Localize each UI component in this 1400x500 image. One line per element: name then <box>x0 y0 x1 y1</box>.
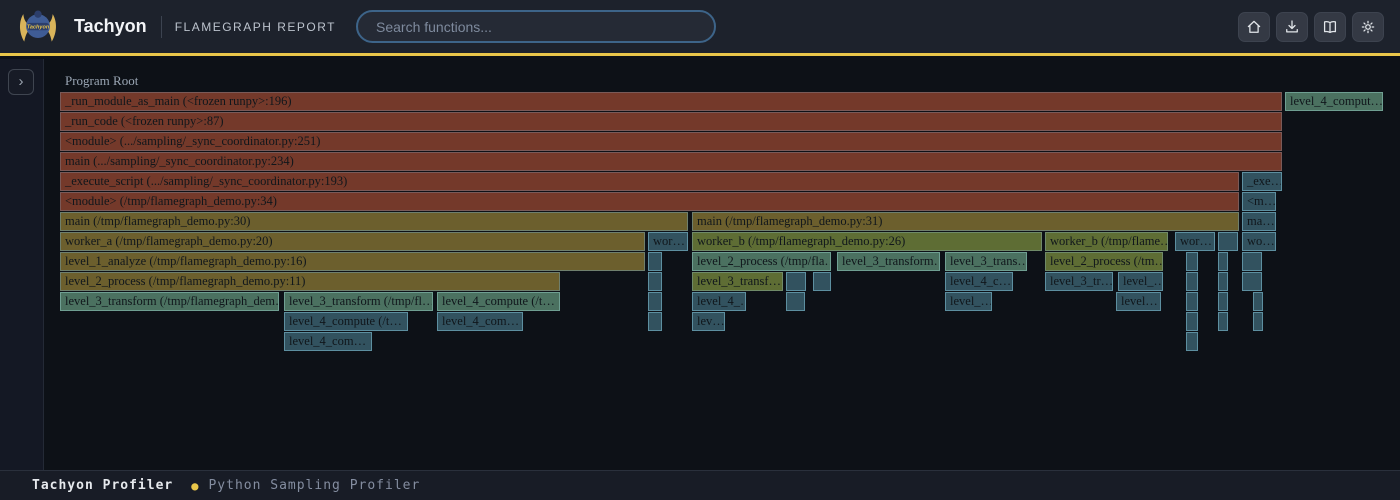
flame-bar[interactable] <box>1186 252 1198 271</box>
flame-bar[interactable]: level_4_c… <box>945 272 1013 291</box>
flame-bar[interactable] <box>648 272 662 291</box>
flame-bar[interactable] <box>648 252 662 271</box>
flame-bar[interactable]: level_1_analyze (/tmp/flamegraph_demo.py… <box>60 252 645 271</box>
flame-bar[interactable]: level_4_… <box>692 292 746 311</box>
flame-bar[interactable]: <module> (.../sampling/_sync_coordinator… <box>60 132 1282 151</box>
flame-bar[interactable]: level_3_transform… <box>837 252 940 271</box>
flame-bar[interactable] <box>648 292 662 311</box>
flame-bar[interactable]: level_4_compute (/t… <box>437 292 560 311</box>
flame-bar[interactable] <box>1253 292 1263 311</box>
flame-bar[interactable]: level_4_com… <box>437 312 523 331</box>
flame-bar[interactable] <box>1186 272 1198 291</box>
flame-bar[interactable] <box>813 272 831 291</box>
flame-bar[interactable]: _exe… <box>1242 172 1282 191</box>
flame-bar[interactable]: level_3_transform (/tmp/fl… <box>284 292 433 311</box>
flame-bar[interactable]: main (/tmp/flamegraph_demo.py:30) <box>60 212 688 231</box>
flame-bar[interactable]: level_3_tr… <box>1045 272 1113 291</box>
flame-bar[interactable]: lev… <box>692 312 725 331</box>
flame-bar[interactable] <box>1186 312 1198 331</box>
flame-bar[interactable]: worker_b (/tmp/flamegraph_demo.py:26) <box>692 232 1042 251</box>
flamegraph: _run_module_as_main (<frozen runpy>:196)… <box>0 0 1400 500</box>
flame-bar[interactable]: <m… <box>1242 192 1276 211</box>
flame-bar[interactable] <box>1253 312 1263 331</box>
flame-bar[interactable] <box>1218 252 1228 271</box>
flame-bar[interactable]: level_2_process (/tm… <box>1045 252 1163 271</box>
flame-bar[interactable] <box>1218 232 1238 251</box>
flame-bar[interactable]: main (.../sampling/_sync_coordinator.py:… <box>60 152 1282 171</box>
flame-bar[interactable]: level_2_process (/tmp/fla… <box>692 252 831 271</box>
status-bar: Tachyon Profiler ● Python Sampling Profi… <box>0 470 1400 500</box>
flame-bar[interactable]: level_3_trans… <box>945 252 1027 271</box>
flame-bar[interactable]: wor… <box>1175 232 1215 251</box>
flame-bar[interactable]: level_3_transform (/tmp/flamegraph_dem… <box>60 292 279 311</box>
flame-bar[interactable]: level_… <box>1118 272 1163 291</box>
app-window: Tachyon Tachyon FLAMEGRAPH REPORT <box>0 0 1400 500</box>
flame-bar[interactable]: level_3_transf… <box>692 272 783 291</box>
flame-bar[interactable]: level_4_comput… <box>1285 92 1383 111</box>
flame-bar[interactable]: _run_module_as_main (<frozen runpy>:196) <box>60 92 1282 111</box>
status-description: Python Sampling Profiler <box>208 478 420 493</box>
flame-bar[interactable] <box>1186 332 1198 351</box>
flame-bar[interactable] <box>1242 252 1262 271</box>
flame-bar[interactable]: level_2_process (/tmp/flamegraph_demo.py… <box>60 272 560 291</box>
flame-bar[interactable] <box>1218 312 1228 331</box>
flame-bar[interactable] <box>1186 292 1198 311</box>
flame-bar[interactable]: worker_b (/tmp/flame… <box>1045 232 1168 251</box>
flame-bar[interactable]: _execute_script (.../sampling/_sync_coor… <box>60 172 1239 191</box>
flame-bar[interactable]: worker_a (/tmp/flamegraph_demo.py:20) <box>60 232 645 251</box>
flame-bar[interactable]: <module> (/tmp/flamegraph_demo.py:34) <box>60 192 1239 211</box>
flame-bar[interactable] <box>1218 292 1228 311</box>
flame-bar[interactable]: main (/tmp/flamegraph_demo.py:31) <box>692 212 1239 231</box>
flame-bar[interactable]: level… <box>1116 292 1161 311</box>
flame-bar[interactable] <box>1242 272 1262 291</box>
status-app-name: Tachyon Profiler <box>32 478 173 493</box>
flame-bar[interactable]: wo… <box>1242 232 1276 251</box>
flame-bar[interactable] <box>1218 272 1228 291</box>
flame-bar[interactable]: wor… <box>648 232 688 251</box>
flame-bar[interactable]: ma… <box>1242 212 1276 231</box>
flame-bar[interactable]: level_4_com… <box>284 332 372 351</box>
flame-bar[interactable]: level_4_compute (/t… <box>284 312 408 331</box>
flame-bar[interactable] <box>786 292 805 311</box>
flame-bar[interactable]: _run_code (<frozen runpy>:87) <box>60 112 1282 131</box>
status-dot-icon: ● <box>191 479 198 493</box>
flame-bar[interactable]: level_… <box>945 292 992 311</box>
flame-bar[interactable] <box>648 312 662 331</box>
flame-bar[interactable] <box>786 272 806 291</box>
